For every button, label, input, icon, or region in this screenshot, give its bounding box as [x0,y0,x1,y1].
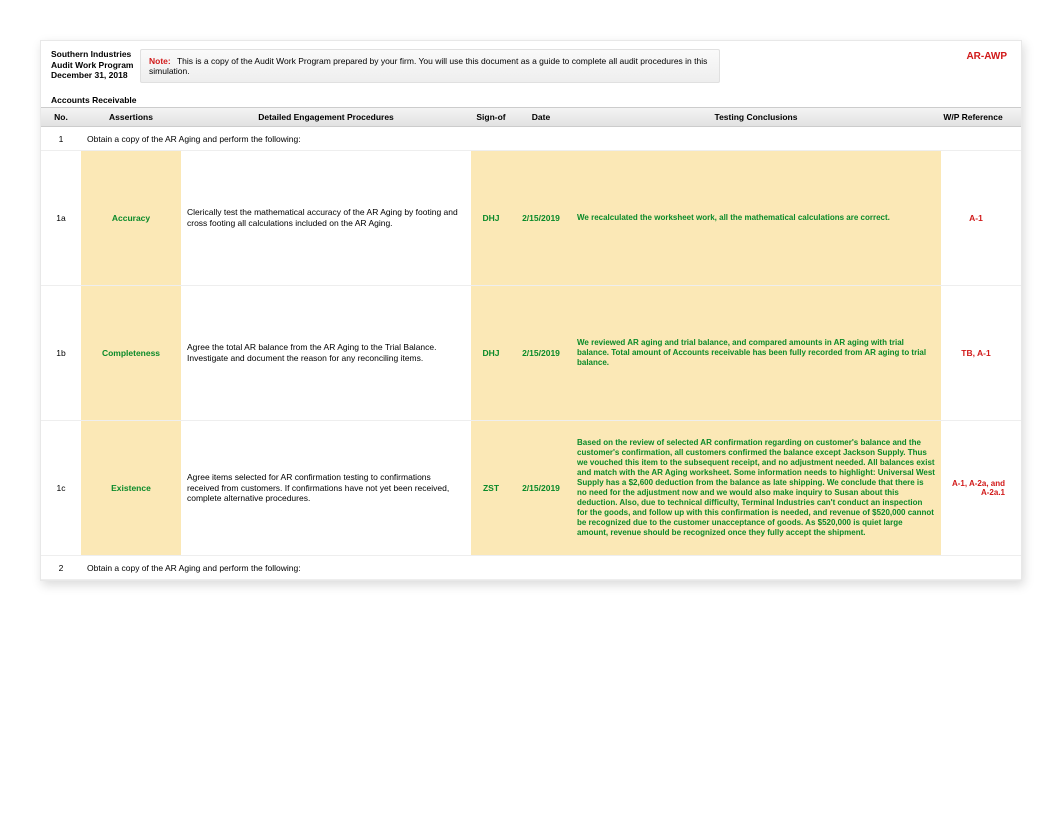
document-header: Southern Industries Audit Work Program D… [41,41,1021,87]
date-cell: 2/15/2019 [511,286,571,420]
note-label: Note: [149,56,171,66]
wp-cell: TB, A-1 [941,286,1011,420]
intro-text: Obtain a copy of the AR Aging and perfor… [81,127,1021,150]
conclusion-cell: We recalculated the worksheet work, all … [571,151,941,285]
wp-cell: A-1, A-2a, and A-2a.1 [941,421,1011,555]
table-row: 1b Completeness Agree the total AR balan… [41,286,1021,421]
row-no: 1 [41,127,81,150]
col-wp: W/P Reference [941,112,1011,122]
doc-code: AR-AWP [966,51,1007,62]
document-date: December 31, 2018 [51,70,136,81]
section-title: Accounts Receivable [41,87,1021,107]
col-signof: Sign-of [471,112,511,122]
procedure-cell: Clerically test the mathematical accurac… [181,151,471,285]
row-no: 1b [41,286,81,420]
table-row: 1 Obtain a copy of the AR Aging and perf… [41,127,1021,151]
col-conclusions: Testing Conclusions [571,112,941,122]
intro-text: Obtain a copy of the AR Aging and perfor… [81,556,1021,579]
assertion-cell: Completeness [81,286,181,420]
wp-cell: A-1 [941,151,1011,285]
date-cell: 2/15/2019 [511,151,571,285]
col-assertions: Assertions [81,112,181,122]
signof-cell: DHJ [471,286,511,420]
table-header: No. Assertions Detailed Engagement Proce… [41,107,1021,127]
row-no: 1a [41,151,81,285]
col-procedures: Detailed Engagement Procedures [181,112,471,122]
table-row: 2 Obtain a copy of the AR Aging and perf… [41,556,1021,580]
assertion-cell: Accuracy [81,151,181,285]
note-box: Note: This is a copy of the Audit Work P… [140,49,720,83]
signof-cell: ZST [471,421,511,555]
conclusion-cell: We reviewed AR aging and trial balance, … [571,286,941,420]
audit-work-program-sheet: AR-AWP Southern Industries Audit Work Pr… [40,40,1022,581]
signof-cell: DHJ [471,151,511,285]
row-no: 2 [41,556,81,579]
note-text: This is a copy of the Audit Work Program… [149,56,707,76]
table-row: 1a Accuracy Clerically test the mathemat… [41,151,1021,286]
procedure-cell: Agree the total AR balance from the AR A… [181,286,471,420]
assertion-cell: Existence [81,421,181,555]
col-no: No. [41,112,81,122]
col-date: Date [511,112,571,122]
date-cell: 2/15/2019 [511,421,571,555]
table-row: 1c Existence Agree items selected for AR… [41,421,1021,556]
procedure-cell: Agree items selected for AR confirmation… [181,421,471,555]
row-no: 1c [41,421,81,555]
document-title: Audit Work Program [51,60,136,71]
conclusion-cell: Based on the review of selected AR confi… [571,421,941,555]
company-name: Southern Industries [51,49,136,60]
